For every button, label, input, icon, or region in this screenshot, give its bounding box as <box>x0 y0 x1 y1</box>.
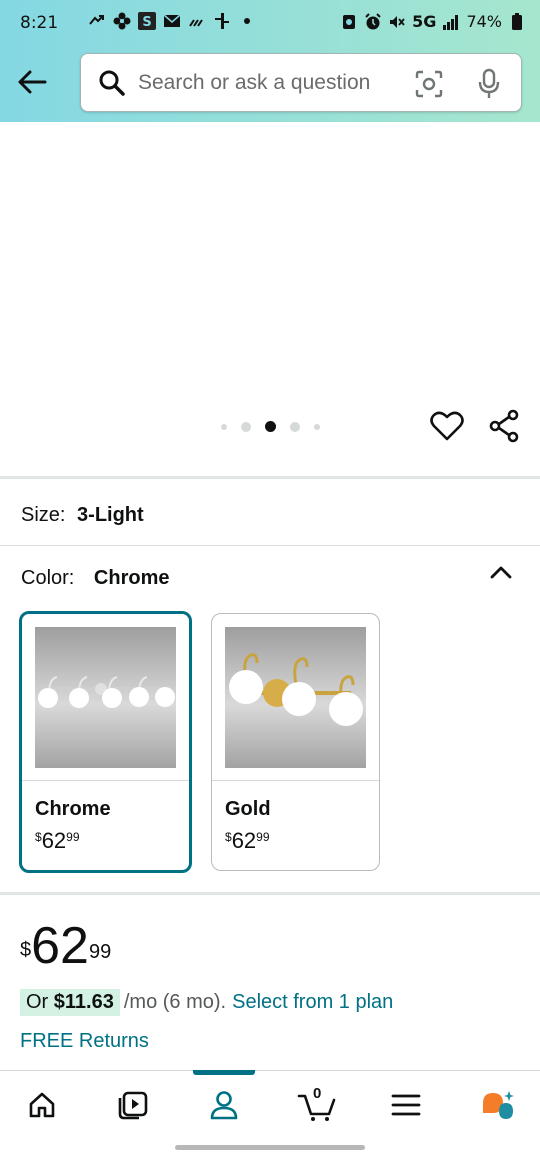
ai-assistant-icon <box>483 1091 514 1119</box>
carousel-dot[interactable] <box>221 423 227 430</box>
nfc-icon <box>340 13 358 31</box>
carousel-dot[interactable] <box>290 421 300 432</box>
swatch-price: $6299 <box>225 828 270 853</box>
microphone-icon[interactable] <box>474 68 504 100</box>
carousel-dot[interactable] <box>314 423 320 430</box>
swatch-separator <box>22 780 189 781</box>
nav-video[interactable] <box>113 1085 153 1125</box>
notification-icons: S <box>88 12 256 30</box>
size-label: Size: <box>21 504 66 526</box>
color-swatch-chrome[interactable]: Chrome $6299 <box>19 611 192 873</box>
nav-cart[interactable]: 0 <box>295 1085 339 1125</box>
nav-account[interactable] <box>204 1085 244 1125</box>
section-divider <box>0 476 540 479</box>
cart-count: 0 <box>313 1085 322 1102</box>
more-notifications-icon <box>238 12 256 30</box>
carousel-dot[interactable] <box>241 421 251 432</box>
color-label: Color: <box>21 567 75 589</box>
search-bar[interactable] <box>80 53 522 112</box>
monthly-highlight: Or $11.63 <box>20 989 120 1016</box>
s-app-icon: S <box>138 12 156 30</box>
missed-call-icon <box>88 12 106 30</box>
monthly-term: /mo (6 mo). <box>123 991 227 1013</box>
account-icon <box>210 1091 238 1120</box>
share-button[interactable] <box>488 409 520 443</box>
app-header: 8:21 S 5G 74% Search or ask a question <box>0 0 540 122</box>
accessibility-icon <box>213 12 231 30</box>
color-value: Chrome <box>93 567 170 589</box>
select-plan-link[interactable]: Select from 1 plan <box>232 991 393 1014</box>
mute-icon <box>388 13 406 31</box>
size-selector[interactable]: Size: 3-Light <box>21 504 144 527</box>
search-input[interactable] <box>138 70 400 95</box>
wishlist-button[interactable] <box>430 410 464 442</box>
battery-icon <box>508 12 526 31</box>
free-returns-link[interactable]: FREE Returns <box>20 1030 149 1053</box>
section-divider <box>0 892 540 895</box>
nav-rufus-assistant[interactable] <box>477 1085 517 1125</box>
active-tab-indicator <box>193 1070 255 1075</box>
status-right: 5G 74% <box>340 12 526 31</box>
gold-product-image <box>225 627 366 768</box>
signal-strength-icon <box>442 13 460 31</box>
heart-icon <box>430 411 464 441</box>
carousel-dots <box>221 421 320 432</box>
chrome-product-image <box>35 627 176 768</box>
home-icon <box>29 1092 55 1118</box>
collapse-colors-button[interactable] <box>488 562 514 582</box>
carousel-dot-active[interactable] <box>265 421 276 432</box>
size-value: 3-Light <box>77 504 144 526</box>
color-selector-header[interactable]: Color: Chrome <box>21 567 170 590</box>
alarm-icon <box>364 12 382 31</box>
back-arrow-icon <box>18 70 47 94</box>
swatch-separator <box>212 780 379 781</box>
mail-icon <box>163 12 181 30</box>
swatch-name: Gold <box>225 798 271 820</box>
signal-app-icon <box>188 12 206 30</box>
gesture-home-bar[interactable] <box>175 1145 365 1150</box>
hamburger-menu-icon <box>391 1094 421 1116</box>
monthly-payment-row: Or $11.63 /mo (6 mo). Select from 1 plan <box>20 989 393 1016</box>
row-divider <box>0 545 540 546</box>
video-icon <box>118 1091 148 1120</box>
status-time: 8:21 <box>20 13 59 33</box>
svg-text:S: S <box>142 15 151 30</box>
chevron-up-icon <box>490 566 512 579</box>
back-button[interactable] <box>14 64 50 100</box>
share-icon <box>489 409 519 443</box>
flower-app-icon <box>113 12 131 30</box>
network-type: 5G <box>412 12 437 31</box>
color-swatch-gold[interactable]: Gold $6299 <box>211 613 380 871</box>
nav-home[interactable] <box>22 1085 62 1125</box>
bottom-navigation: 0 <box>0 1070 540 1140</box>
nav-menu[interactable] <box>386 1085 426 1125</box>
swatch-name: Chrome <box>35 798 111 820</box>
search-icon <box>98 69 126 97</box>
status-bar: 8:21 S 5G 74% <box>0 0 540 46</box>
battery-percent: 74% <box>466 12 502 31</box>
swatch-price: $6299 <box>35 828 80 853</box>
product-price: $6299 <box>20 917 112 975</box>
camera-search-icon[interactable] <box>414 69 444 99</box>
